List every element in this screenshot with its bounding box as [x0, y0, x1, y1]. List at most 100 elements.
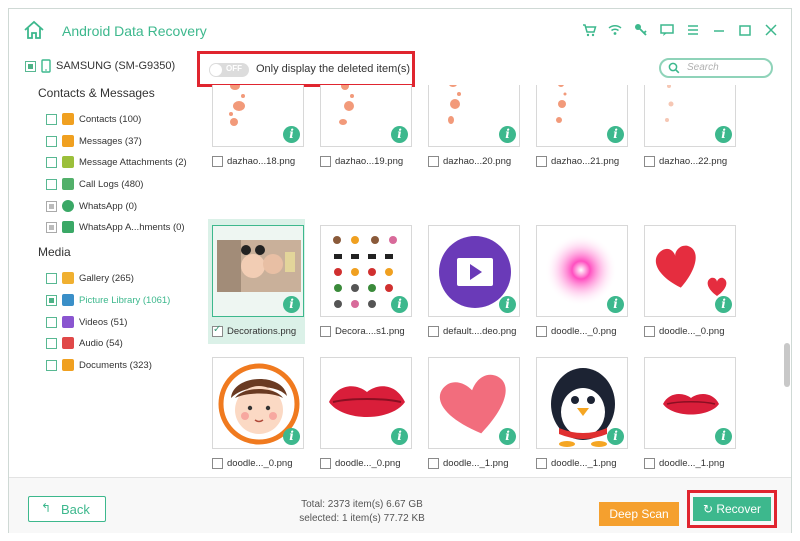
- close-icon[interactable]: [763, 22, 779, 38]
- info-icon[interactable]: i: [283, 428, 300, 445]
- home-icon[interactable]: [23, 20, 45, 40]
- recover-button[interactable]: ↻ Recover: [693, 497, 771, 521]
- file-thumbnail[interactable]: i: [428, 85, 520, 147]
- sidebar-item-documents[interactable]: Documents (323): [46, 357, 152, 373]
- title-bar-actions: [581, 22, 779, 38]
- category-checkbox[interactable]: [46, 200, 57, 212]
- category-checkbox[interactable]: [46, 135, 57, 147]
- sidebar-item-whatsapp[interactable]: WhatsApp (0): [46, 198, 137, 214]
- category-checkbox[interactable]: [46, 113, 57, 125]
- footer-bar: ↰ Back Total: 2373 item(s) 6.67 GB selec…: [9, 477, 791, 533]
- file-checkbox[interactable]: [428, 326, 439, 337]
- grid-scrollbar[interactable]: [784, 85, 790, 477]
- sidebar-item-gallery[interactable]: Gallery (265): [46, 270, 134, 286]
- file-checkbox[interactable]: [536, 326, 547, 337]
- sidebar-item-label: Picture Library (1061): [79, 294, 171, 306]
- total-count: Total: 2373 item(s) 6.67 GB: [301, 499, 423, 510]
- file-checkbox[interactable]: [536, 458, 547, 469]
- attachment-icon: [62, 156, 74, 168]
- info-icon[interactable]: i: [391, 428, 408, 445]
- file-thumbnail[interactable]: i: [320, 357, 412, 449]
- search-icon: [668, 62, 680, 74]
- file-checkbox[interactable]: [212, 324, 223, 337]
- category-checkbox[interactable]: [46, 221, 57, 233]
- info-icon[interactable]: i: [607, 126, 624, 143]
- device-checkbox[interactable]: [25, 60, 36, 72]
- file-thumbnail[interactable]: i: [644, 225, 736, 317]
- deleted-only-toggle[interactable]: OFF: [209, 63, 249, 77]
- file-thumbnail[interactable]: i: [320, 85, 412, 147]
- info-icon[interactable]: i: [715, 126, 732, 143]
- search-input[interactable]: Search: [687, 62, 719, 73]
- category-checkbox[interactable]: [46, 316, 57, 328]
- file-checkbox[interactable]: [320, 156, 331, 167]
- cart-icon[interactable]: [581, 22, 597, 38]
- file-thumbnail[interactable]: i: [536, 225, 628, 317]
- sidebar-item-call-logs[interactable]: Call Logs (480): [46, 176, 143, 192]
- title-bar: Android Data Recovery: [9, 9, 791, 53]
- file-thumbnail[interactable]: i: [212, 85, 304, 147]
- file-checkbox[interactable]: [428, 156, 439, 167]
- sidebar-item-contacts[interactable]: Contacts (100): [46, 111, 141, 127]
- file-thumbnail[interactable]: i: [536, 85, 628, 147]
- sidebar-item-audio[interactable]: Audio (54): [46, 335, 123, 351]
- info-icon[interactable]: i: [499, 296, 516, 313]
- wifi-icon[interactable]: [607, 22, 623, 38]
- file-name: doodle..._0.png: [227, 458, 293, 469]
- info-icon[interactable]: i: [283, 126, 300, 143]
- scrollbar-thumb[interactable]: [784, 343, 790, 387]
- sidebar-item-messages[interactable]: Messages (37): [46, 133, 142, 149]
- info-icon[interactable]: i: [607, 428, 624, 445]
- info-icon[interactable]: i: [391, 126, 408, 143]
- info-icon[interactable]: i: [283, 296, 300, 313]
- file-thumbnail[interactable]: i: [428, 225, 520, 317]
- category-checkbox[interactable]: [46, 156, 57, 168]
- documents-icon: [62, 359, 74, 371]
- info-icon[interactable]: i: [499, 428, 516, 445]
- selected-count: selected: 1 item(s) 77.72 KB: [299, 513, 425, 524]
- info-icon[interactable]: i: [607, 296, 624, 313]
- file-checkbox[interactable]: [320, 458, 331, 469]
- file-thumbnail[interactable]: i: [536, 357, 628, 449]
- category-checkbox[interactable]: [46, 337, 57, 349]
- file-checkbox[interactable]: [644, 458, 655, 469]
- info-icon[interactable]: i: [499, 126, 516, 143]
- category-checkbox[interactable]: [46, 359, 57, 371]
- file-thumbnail[interactable]: i: [644, 357, 736, 449]
- feedback-icon[interactable]: [659, 22, 675, 38]
- category-checkbox[interactable]: [46, 178, 57, 190]
- file-thumbnail[interactable]: i: [428, 357, 520, 449]
- file-name: dazhao...18.png: [227, 156, 296, 167]
- menu-icon[interactable]: [685, 22, 701, 38]
- category-checkbox[interactable]: [46, 272, 57, 284]
- search-box[interactable]: Search: [659, 58, 773, 78]
- sidebar-item-videos[interactable]: Videos (51): [46, 314, 127, 330]
- sidebar-item-whatsapp-attachments[interactable]: WhatsApp A...hments (0): [46, 219, 185, 235]
- file-checkbox[interactable]: [320, 326, 331, 337]
- device-selector[interactable]: SAMSUNG (SM-G9350): [25, 59, 175, 73]
- file-thumbnail[interactable]: i: [212, 357, 304, 449]
- info-icon[interactable]: i: [715, 428, 732, 445]
- info-icon[interactable]: i: [715, 296, 732, 313]
- file-checkbox[interactable]: [212, 156, 223, 167]
- maximize-icon[interactable]: [737, 22, 753, 38]
- file-checkbox[interactable]: [644, 156, 655, 167]
- file-checkbox[interactable]: [212, 458, 223, 469]
- videos-icon: [62, 316, 74, 328]
- file-name: dazhao...20.png: [443, 156, 512, 167]
- back-button[interactable]: ↰ Back: [28, 496, 106, 522]
- sidebar-item-message-attachments[interactable]: Message Attachments (2): [46, 154, 187, 170]
- file-thumbnail[interactable]: i: [212, 225, 304, 317]
- sidebar-item-label: Contacts (100): [79, 113, 142, 125]
- info-icon[interactable]: i: [391, 296, 408, 313]
- deep-scan-button[interactable]: Deep Scan: [599, 502, 679, 526]
- file-checkbox[interactable]: [428, 458, 439, 469]
- sidebar-item-picture-library[interactable]: Picture Library (1061): [46, 292, 170, 308]
- file-thumbnail[interactable]: i: [644, 85, 736, 147]
- category-checkbox[interactable]: [46, 294, 57, 306]
- file-checkbox[interactable]: [536, 156, 547, 167]
- minimize-icon[interactable]: [711, 22, 727, 38]
- key-icon[interactable]: [633, 22, 649, 38]
- file-checkbox[interactable]: [644, 326, 655, 337]
- file-thumbnail[interactable]: i: [320, 225, 412, 317]
